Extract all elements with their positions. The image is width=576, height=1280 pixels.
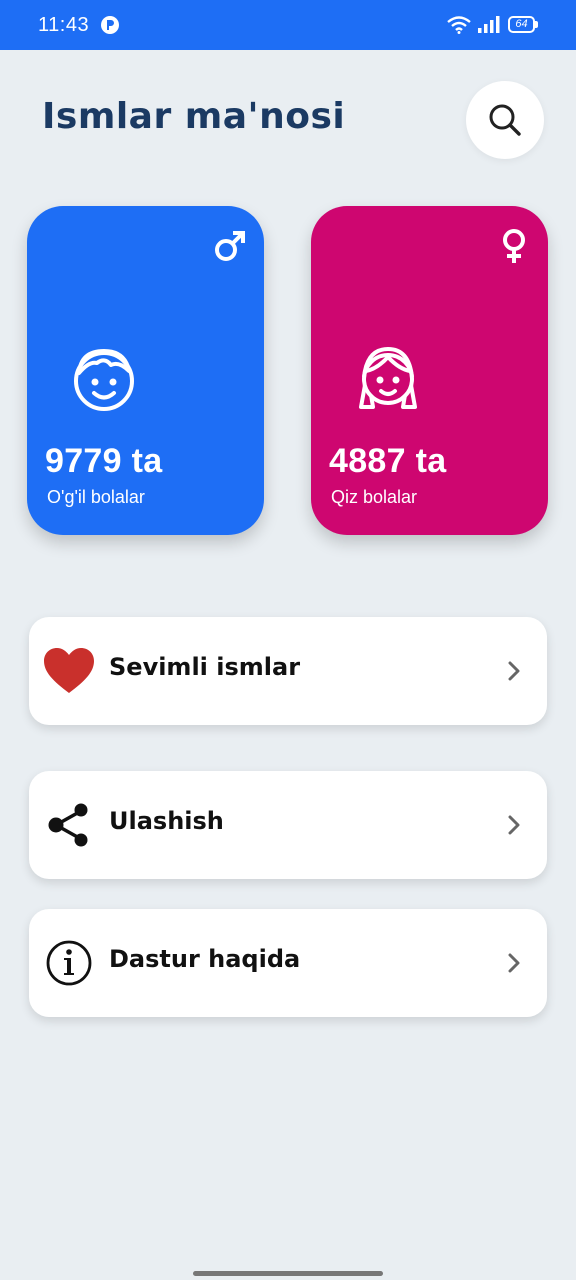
search-button[interactable] (466, 81, 544, 159)
girls-count: 4887 ta (329, 442, 447, 480)
female-symbol-icon (503, 229, 525, 263)
chevron-right-icon (508, 815, 520, 835)
girls-label: Qiz bolalar (331, 487, 418, 507)
boys-label: O'g'il bolalar (47, 487, 145, 507)
menu-label-favorites: Sevimli ismlar (109, 653, 301, 681)
menu-label-share: Ulashish (109, 807, 224, 835)
boy-face-icon (74, 349, 134, 411)
info-icon (46, 940, 92, 986)
share-icon (48, 803, 88, 847)
page-title: Ismlar ma'nosi (42, 96, 346, 137)
chevron-right-icon (508, 661, 520, 681)
search-icon (489, 104, 521, 136)
battery-level: 64 (508, 16, 535, 33)
menu-label-about: Dastur haqida (109, 945, 301, 973)
app-notification-icon (101, 16, 119, 34)
girl-face-icon (359, 346, 417, 409)
menu-item-share[interactable]: Ulashish (29, 771, 547, 879)
girls-card[interactable]: 4887 ta Qiz bolalar (311, 206, 548, 535)
heart-icon (44, 648, 94, 693)
menu-item-favorites[interactable]: Sevimli ismlar (29, 617, 547, 725)
boys-card[interactable]: 9779 ta O'g'il bolalar (27, 206, 264, 535)
wifi-icon (447, 16, 471, 34)
boys-count: 9779 ta (45, 442, 163, 480)
male-symbol-icon (215, 231, 245, 261)
status-time: 11:43 (38, 14, 90, 36)
battery-icon: 64 (508, 16, 538, 33)
chevron-right-icon (508, 953, 520, 973)
home-indicator[interactable] (193, 1271, 383, 1276)
status-bar: 11:43 64 (0, 0, 576, 50)
signal-icon (478, 16, 500, 33)
menu-item-about[interactable]: Dastur haqida (29, 909, 547, 1017)
